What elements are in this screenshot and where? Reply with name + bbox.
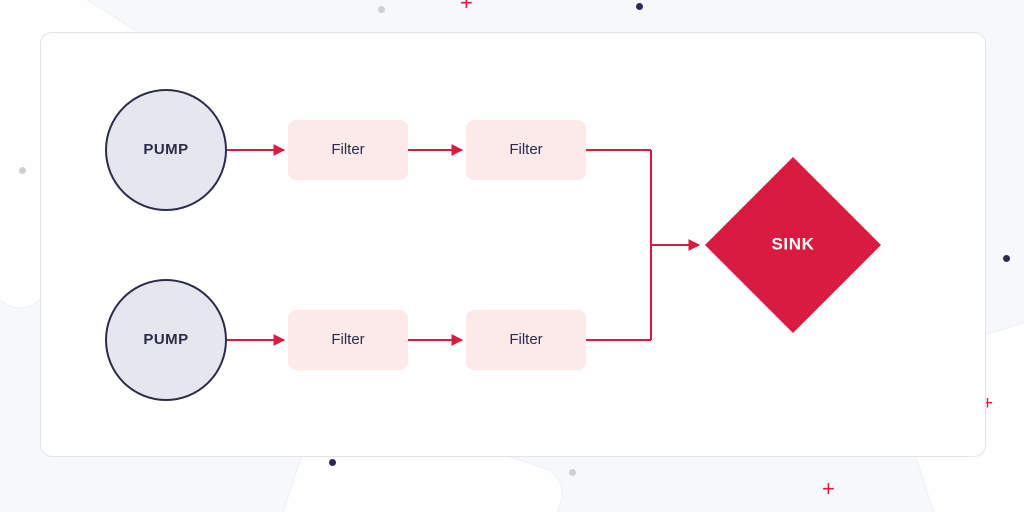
filter-top-1-node: Filter [288,120,408,180]
filter-bottom-1-label: Filter [331,331,364,348]
decor-dot-icon [569,469,576,476]
decor-dot-icon [1003,255,1010,262]
pump-bottom-label: PUMP [143,331,188,348]
pump-top-label: PUMP [143,141,188,158]
sink-node: SINK [705,157,881,333]
decor-plus-icon: + [460,0,473,14]
decor-dot-icon [636,3,643,10]
decor-dot-icon [19,167,26,174]
filter-bottom-2-node: Filter [466,310,586,370]
pump-bottom-node: PUMP [106,280,226,400]
pump-top-node: PUMP [106,90,226,210]
filter-bottom-2-label: Filter [509,331,542,348]
filter-top-2-node: Filter [466,120,586,180]
diagram-card: PUMP Filter Filter PUMP Filter Filter [40,32,986,457]
sink-label: SINK [771,234,814,253]
filter-top-1-label: Filter [331,141,364,158]
decor-plus-icon: + [822,478,835,500]
decor-dot-icon [329,459,336,466]
filter-top-2-label: Filter [509,141,542,158]
flow-diagram: PUMP Filter Filter PUMP Filter Filter [41,33,985,456]
filter-bottom-1-node: Filter [288,310,408,370]
decor-dot-icon [378,6,385,13]
